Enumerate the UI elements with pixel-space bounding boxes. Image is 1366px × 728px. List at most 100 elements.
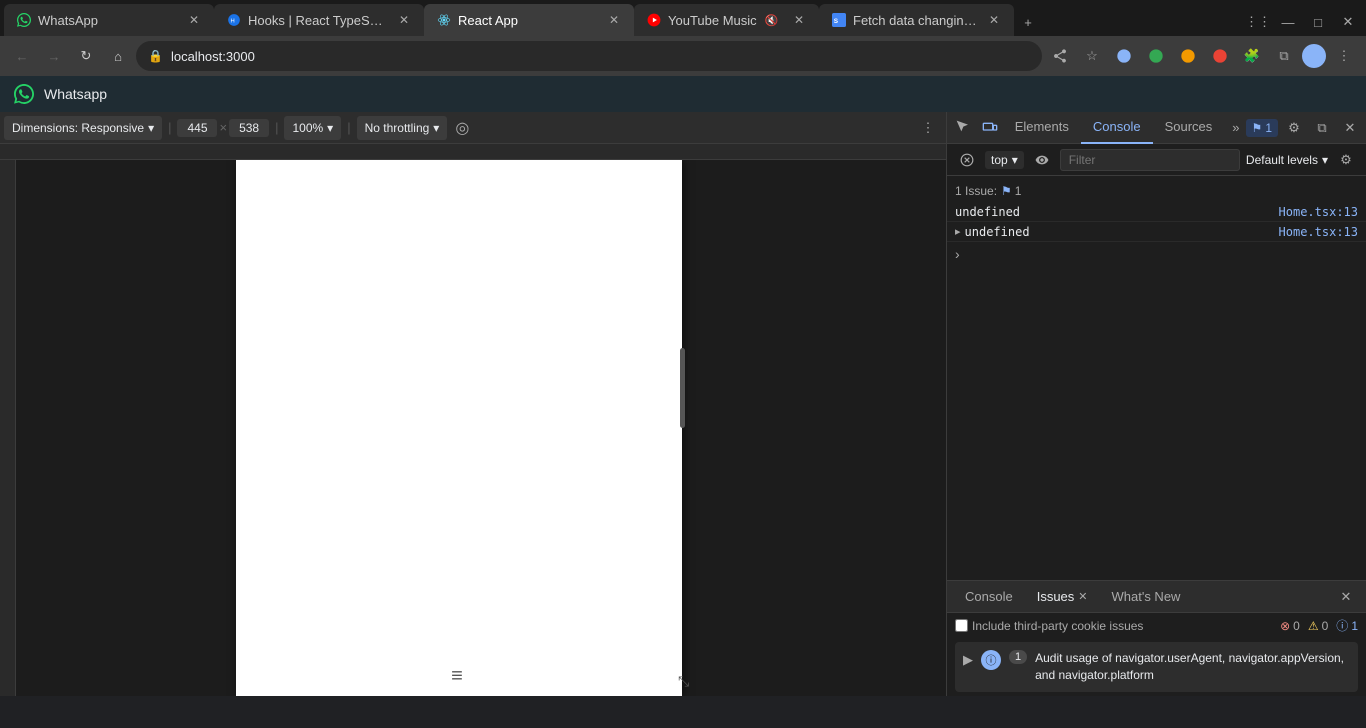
- filter-input[interactable]: [1060, 149, 1240, 171]
- vertical-ruler: [0, 160, 16, 696]
- expand-arrow-2[interactable]: ▸: [955, 225, 961, 238]
- tab-fetch-close[interactable]: ✕: [986, 12, 1002, 28]
- drawer-console-label: Console: [965, 589, 1013, 604]
- levels-selector[interactable]: Default levels ▾: [1246, 153, 1328, 167]
- throttle-selector[interactable]: No throttling ▾: [357, 116, 448, 140]
- console-source-1[interactable]: Home.tsx:13: [1279, 205, 1358, 219]
- lock-icon: 🔒: [148, 49, 163, 63]
- third-party-checkbox[interactable]: [955, 619, 968, 632]
- height-input[interactable]: [229, 119, 269, 137]
- tab-react-close[interactable]: ✕: [606, 12, 622, 28]
- minimize-button[interactable]: —: [1274, 8, 1302, 36]
- third-party-label: Include third-party cookie issues: [972, 619, 1143, 633]
- width-input[interactable]: [177, 119, 217, 137]
- extension1-button[interactable]: [1110, 42, 1138, 70]
- react-favicon: [436, 12, 452, 28]
- extension4-button[interactable]: [1206, 42, 1234, 70]
- refresh-button[interactable]: ↻: [72, 42, 100, 70]
- device-toggle-button[interactable]: [977, 114, 1003, 142]
- console-row-1[interactable]: undefined Home.tsx:13: [947, 202, 1366, 222]
- issue-item-1[interactable]: ▶ ⓘ 1 Audit usage of navigator.userAgent…: [955, 642, 1358, 692]
- throttle-chevron: ▾: [433, 121, 439, 135]
- close-devtools-button[interactable]: ✕: [1338, 116, 1362, 140]
- warnings-count: 0: [1322, 619, 1329, 633]
- console-prompt[interactable]: ›: [947, 242, 1366, 266]
- preview-background: ≡ ⤡: [16, 160, 946, 696]
- context-text: top: [991, 153, 1008, 167]
- issue-expand-arrow[interactable]: ▶: [963, 652, 973, 668]
- extensions-button[interactable]: 🧩: [1238, 42, 1266, 70]
- preview-scrollbar[interactable]: [680, 348, 685, 428]
- new-tab-button[interactable]: +: [1014, 8, 1042, 36]
- profile-button[interactable]: [1302, 44, 1326, 68]
- resize-handle[interactable]: ⤡: [678, 673, 689, 690]
- share-button[interactable]: [1046, 42, 1074, 70]
- more-options-button[interactable]: ⋮: [914, 114, 942, 142]
- drawer-tab-whatsnew[interactable]: What's New: [1102, 581, 1191, 613]
- tab-whatsapp[interactable]: WhatsApp ✕: [4, 4, 214, 36]
- tab-youtube[interactable]: YouTube Music 🔇 ✕: [634, 4, 819, 36]
- nav-right-buttons: ☆ 🧩 ⧉ ⋮: [1046, 42, 1358, 70]
- extension2-button[interactable]: [1142, 42, 1170, 70]
- horizontal-ruler: [0, 144, 946, 160]
- context-selector[interactable]: top ▾: [985, 151, 1024, 169]
- tab-bar: WhatsApp ✕ H Hooks | React TypeScript Ch…: [0, 0, 1366, 36]
- tab-react-title: React App: [458, 13, 518, 28]
- media-features-button[interactable]: ◎: [455, 118, 469, 138]
- maximize-button[interactable]: □: [1304, 8, 1332, 36]
- tab-whatsapp-close[interactable]: ✕: [186, 12, 202, 28]
- tab-elements[interactable]: Elements: [1003, 112, 1081, 144]
- forward-button[interactable]: →: [40, 42, 68, 70]
- tab-hooks[interactable]: H Hooks | React TypeScript Che... ✕: [214, 4, 424, 36]
- bottom-drawer: Console Issues ✕ What's New ✕ Include th…: [947, 580, 1366, 696]
- console-content: 1 Issue: ⚑ 1 undefined Home.tsx:13 ▸ und…: [947, 176, 1366, 580]
- tab-hooks-close[interactable]: ✕: [396, 12, 412, 28]
- eye-button[interactable]: [1030, 148, 1054, 172]
- clear-console-button[interactable]: [955, 148, 979, 172]
- home-button[interactable]: ⌂: [104, 42, 132, 70]
- address-bar[interactable]: 🔒 localhost:3000: [136, 41, 1042, 71]
- console-row-2[interactable]: ▸ undefined Home.tsx:13: [947, 222, 1366, 242]
- sidebar-toggle-button[interactable]: ⧉: [1270, 42, 1298, 70]
- tab-youtube-close[interactable]: ✕: [791, 12, 807, 28]
- menu-button[interactable]: ⋮: [1330, 42, 1358, 70]
- inspect-element-button[interactable]: [951, 114, 977, 142]
- close-window-button[interactable]: ✕: [1334, 8, 1362, 36]
- drawer-tab-issues[interactable]: Issues ✕: [1027, 581, 1098, 613]
- drawer-issues-close[interactable]: ✕: [1078, 590, 1087, 603]
- drawer-close-button[interactable]: ✕: [1334, 585, 1358, 609]
- settings-button[interactable]: ⚙: [1282, 116, 1306, 140]
- responsive-toolbar: Dimensions: Responsive ▾ | × | 100% ▾ | …: [0, 112, 946, 144]
- third-party-checkbox-label[interactable]: Include third-party cookie issues: [955, 619, 1143, 633]
- bookmark-button[interactable]: ☆: [1078, 42, 1106, 70]
- warning-icon: ⚠: [1308, 619, 1319, 633]
- hooks-favicon: H: [226, 12, 242, 28]
- tab-console-label: Console: [1093, 119, 1141, 134]
- issue-bar-text: 1 Issue:: [955, 184, 997, 198]
- forward-icon: →: [48, 49, 61, 64]
- issues-count-text: 1: [1265, 121, 1272, 135]
- issue-bar: 1 Issue: ⚑ 1: [947, 180, 1366, 202]
- tab-sources[interactable]: Sources: [1153, 112, 1225, 144]
- tab-hooks-title: Hooks | React TypeScript Che...: [248, 13, 388, 28]
- extension3-button[interactable]: [1174, 42, 1202, 70]
- info-badge: ⓘ 1: [1336, 617, 1358, 634]
- tab-console[interactable]: Console: [1081, 112, 1153, 144]
- back-button[interactable]: ←: [8, 42, 36, 70]
- drawer-tab-bar: Console Issues ✕ What's New ✕: [947, 581, 1366, 613]
- issue-count: 1: [1009, 650, 1027, 664]
- tab-react[interactable]: React App ✕: [424, 4, 634, 36]
- tab-list-button[interactable]: ⋮⋮: [1244, 8, 1272, 36]
- back-icon: ←: [16, 49, 29, 64]
- console-settings-button[interactable]: ⚙: [1334, 148, 1358, 172]
- drawer-tab-console[interactable]: Console: [955, 581, 1023, 613]
- more-tabs-button[interactable]: »: [1226, 120, 1245, 135]
- zoom-chevron: ▾: [327, 121, 333, 135]
- dock-button[interactable]: ⧉: [1310, 116, 1334, 140]
- dimensions-selector[interactable]: Dimensions: Responsive ▾: [4, 116, 162, 140]
- console-source-2[interactable]: Home.tsx:13: [1279, 225, 1358, 239]
- console-toolbar: top ▾ Default levels ▾ ⚙: [947, 144, 1366, 176]
- zoom-selector[interactable]: 100% ▾: [284, 116, 341, 140]
- tab-fetch[interactable]: S Fetch data changing on relo... ✕: [819, 4, 1014, 36]
- issue-bar-badge: ⚑ 1: [1001, 184, 1021, 198]
